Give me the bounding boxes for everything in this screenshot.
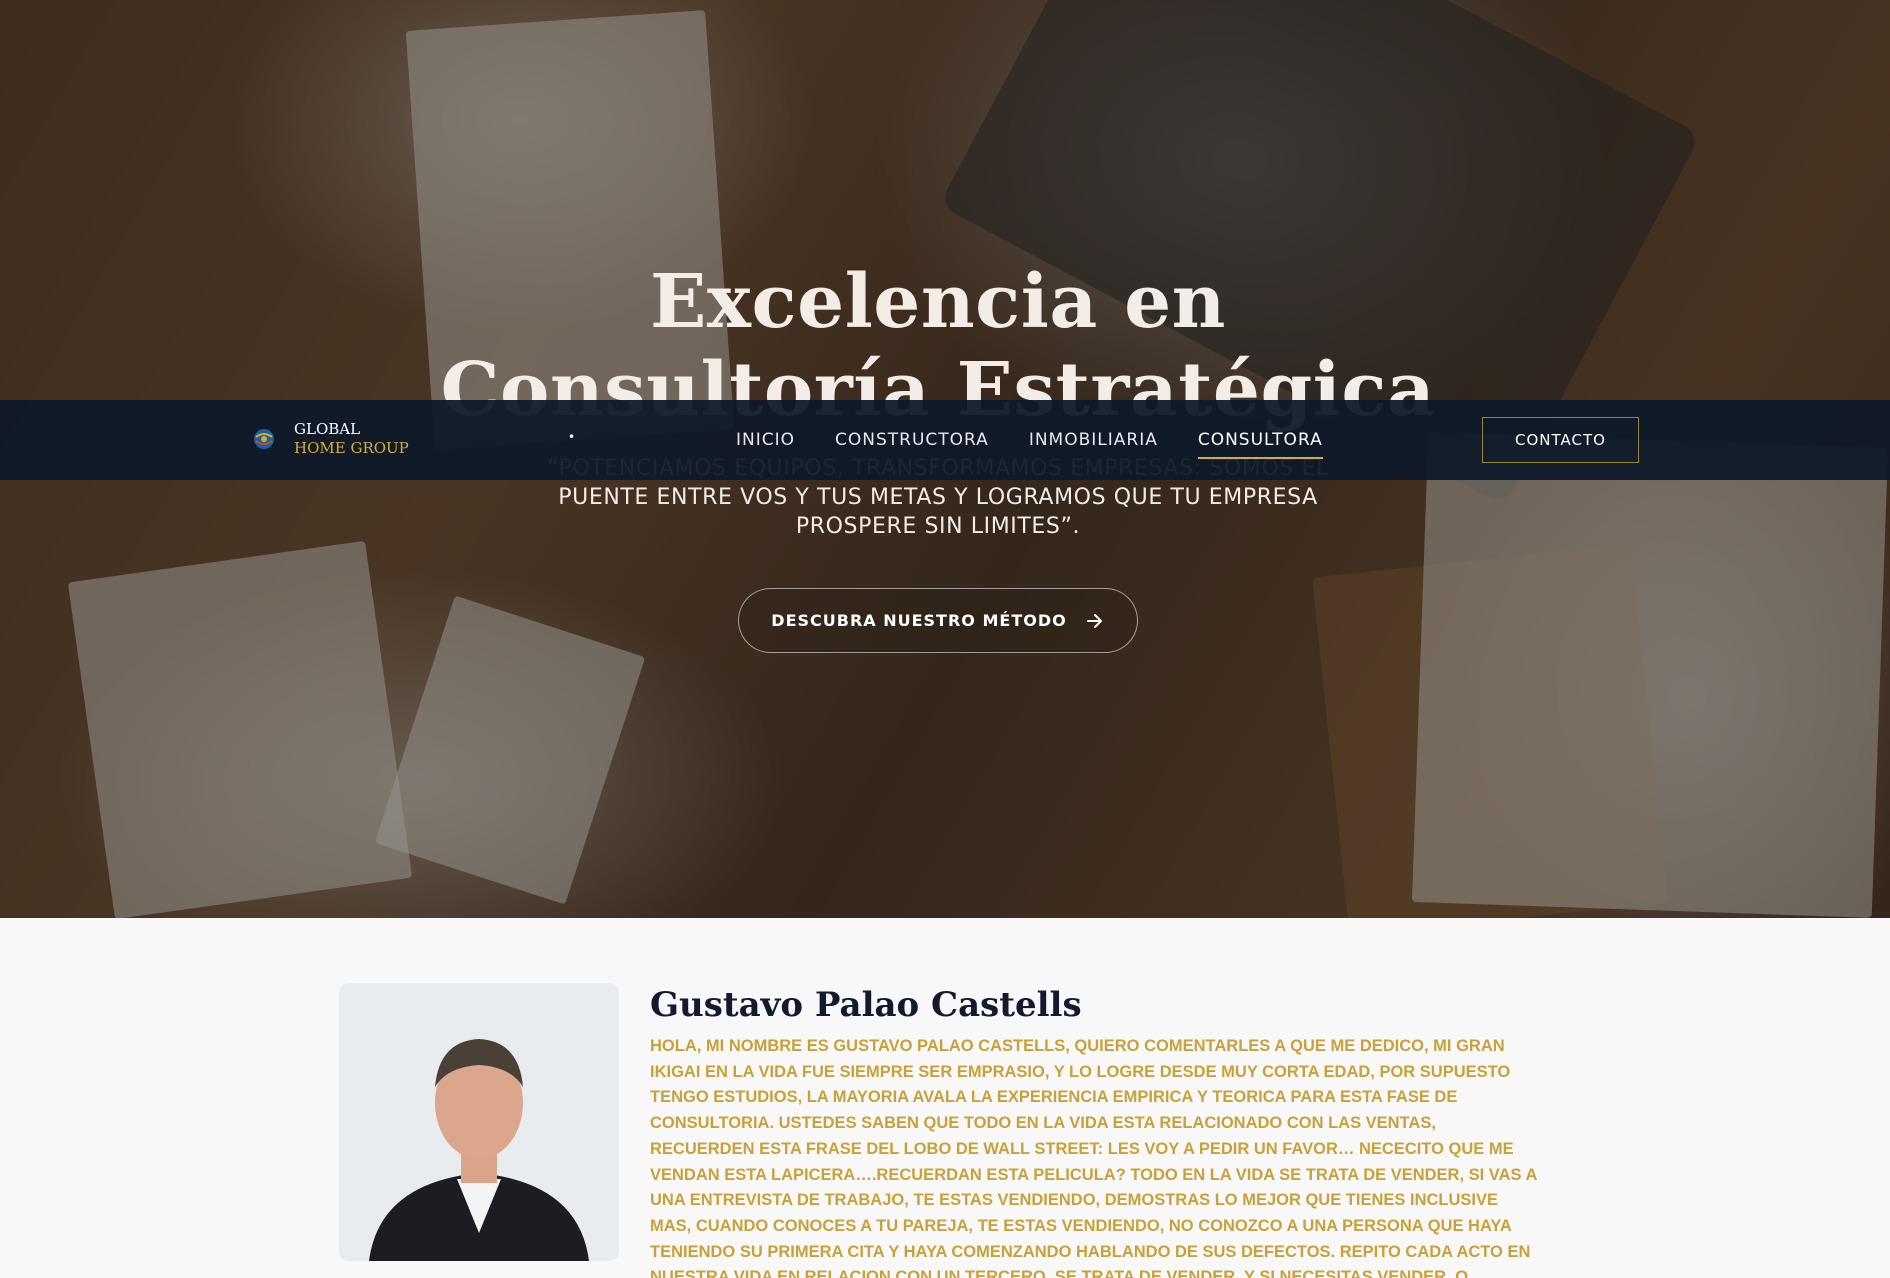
nav-item-constructora[interactable]: CONSTRUCTORA <box>835 430 989 450</box>
nav-bullet: • <box>568 430 576 444</box>
nav-menu: INICIO CONSTRUCTORA INMOBILIARIA CONSULT… <box>736 400 1323 480</box>
profile-photo <box>339 983 619 1261</box>
profile-bio: HOLA, MI NOMBRE ES GUSTAVO PALAO CASTELL… <box>650 1037 1537 1278</box>
main-navbar: GLOBAL HOME GROUP • INICIO CONSTRUCTORA … <box>0 400 1890 480</box>
brand-logo[interactable]: GLOBAL HOME GROUP <box>248 420 409 458</box>
discover-method-button[interactable]: DESCUBRA NUESTRO MÉTODO <box>738 588 1138 653</box>
brand-name-line1: GLOBAL <box>294 420 361 438</box>
arrow-right-icon <box>1086 613 1102 628</box>
brand-name-line2: HOME GROUP <box>294 439 409 457</box>
discover-method-label: DESCUBRA NUESTRO MÉTODO <box>771 611 1067 630</box>
nav-item-inicio[interactable]: INICIO <box>736 430 795 450</box>
nav-item-consultora[interactable]: CONSULTORA <box>1197 430 1323 459</box>
brand-name: GLOBAL HOME GROUP <box>294 420 409 458</box>
contact-button[interactable]: CONTACTO <box>1482 417 1639 463</box>
profile-name: Gustavo Palao Castells <box>650 985 1082 1025</box>
nav-item-inmobiliaria[interactable]: INMOBILIARIA <box>1029 430 1158 450</box>
globe-icon <box>248 423 280 455</box>
